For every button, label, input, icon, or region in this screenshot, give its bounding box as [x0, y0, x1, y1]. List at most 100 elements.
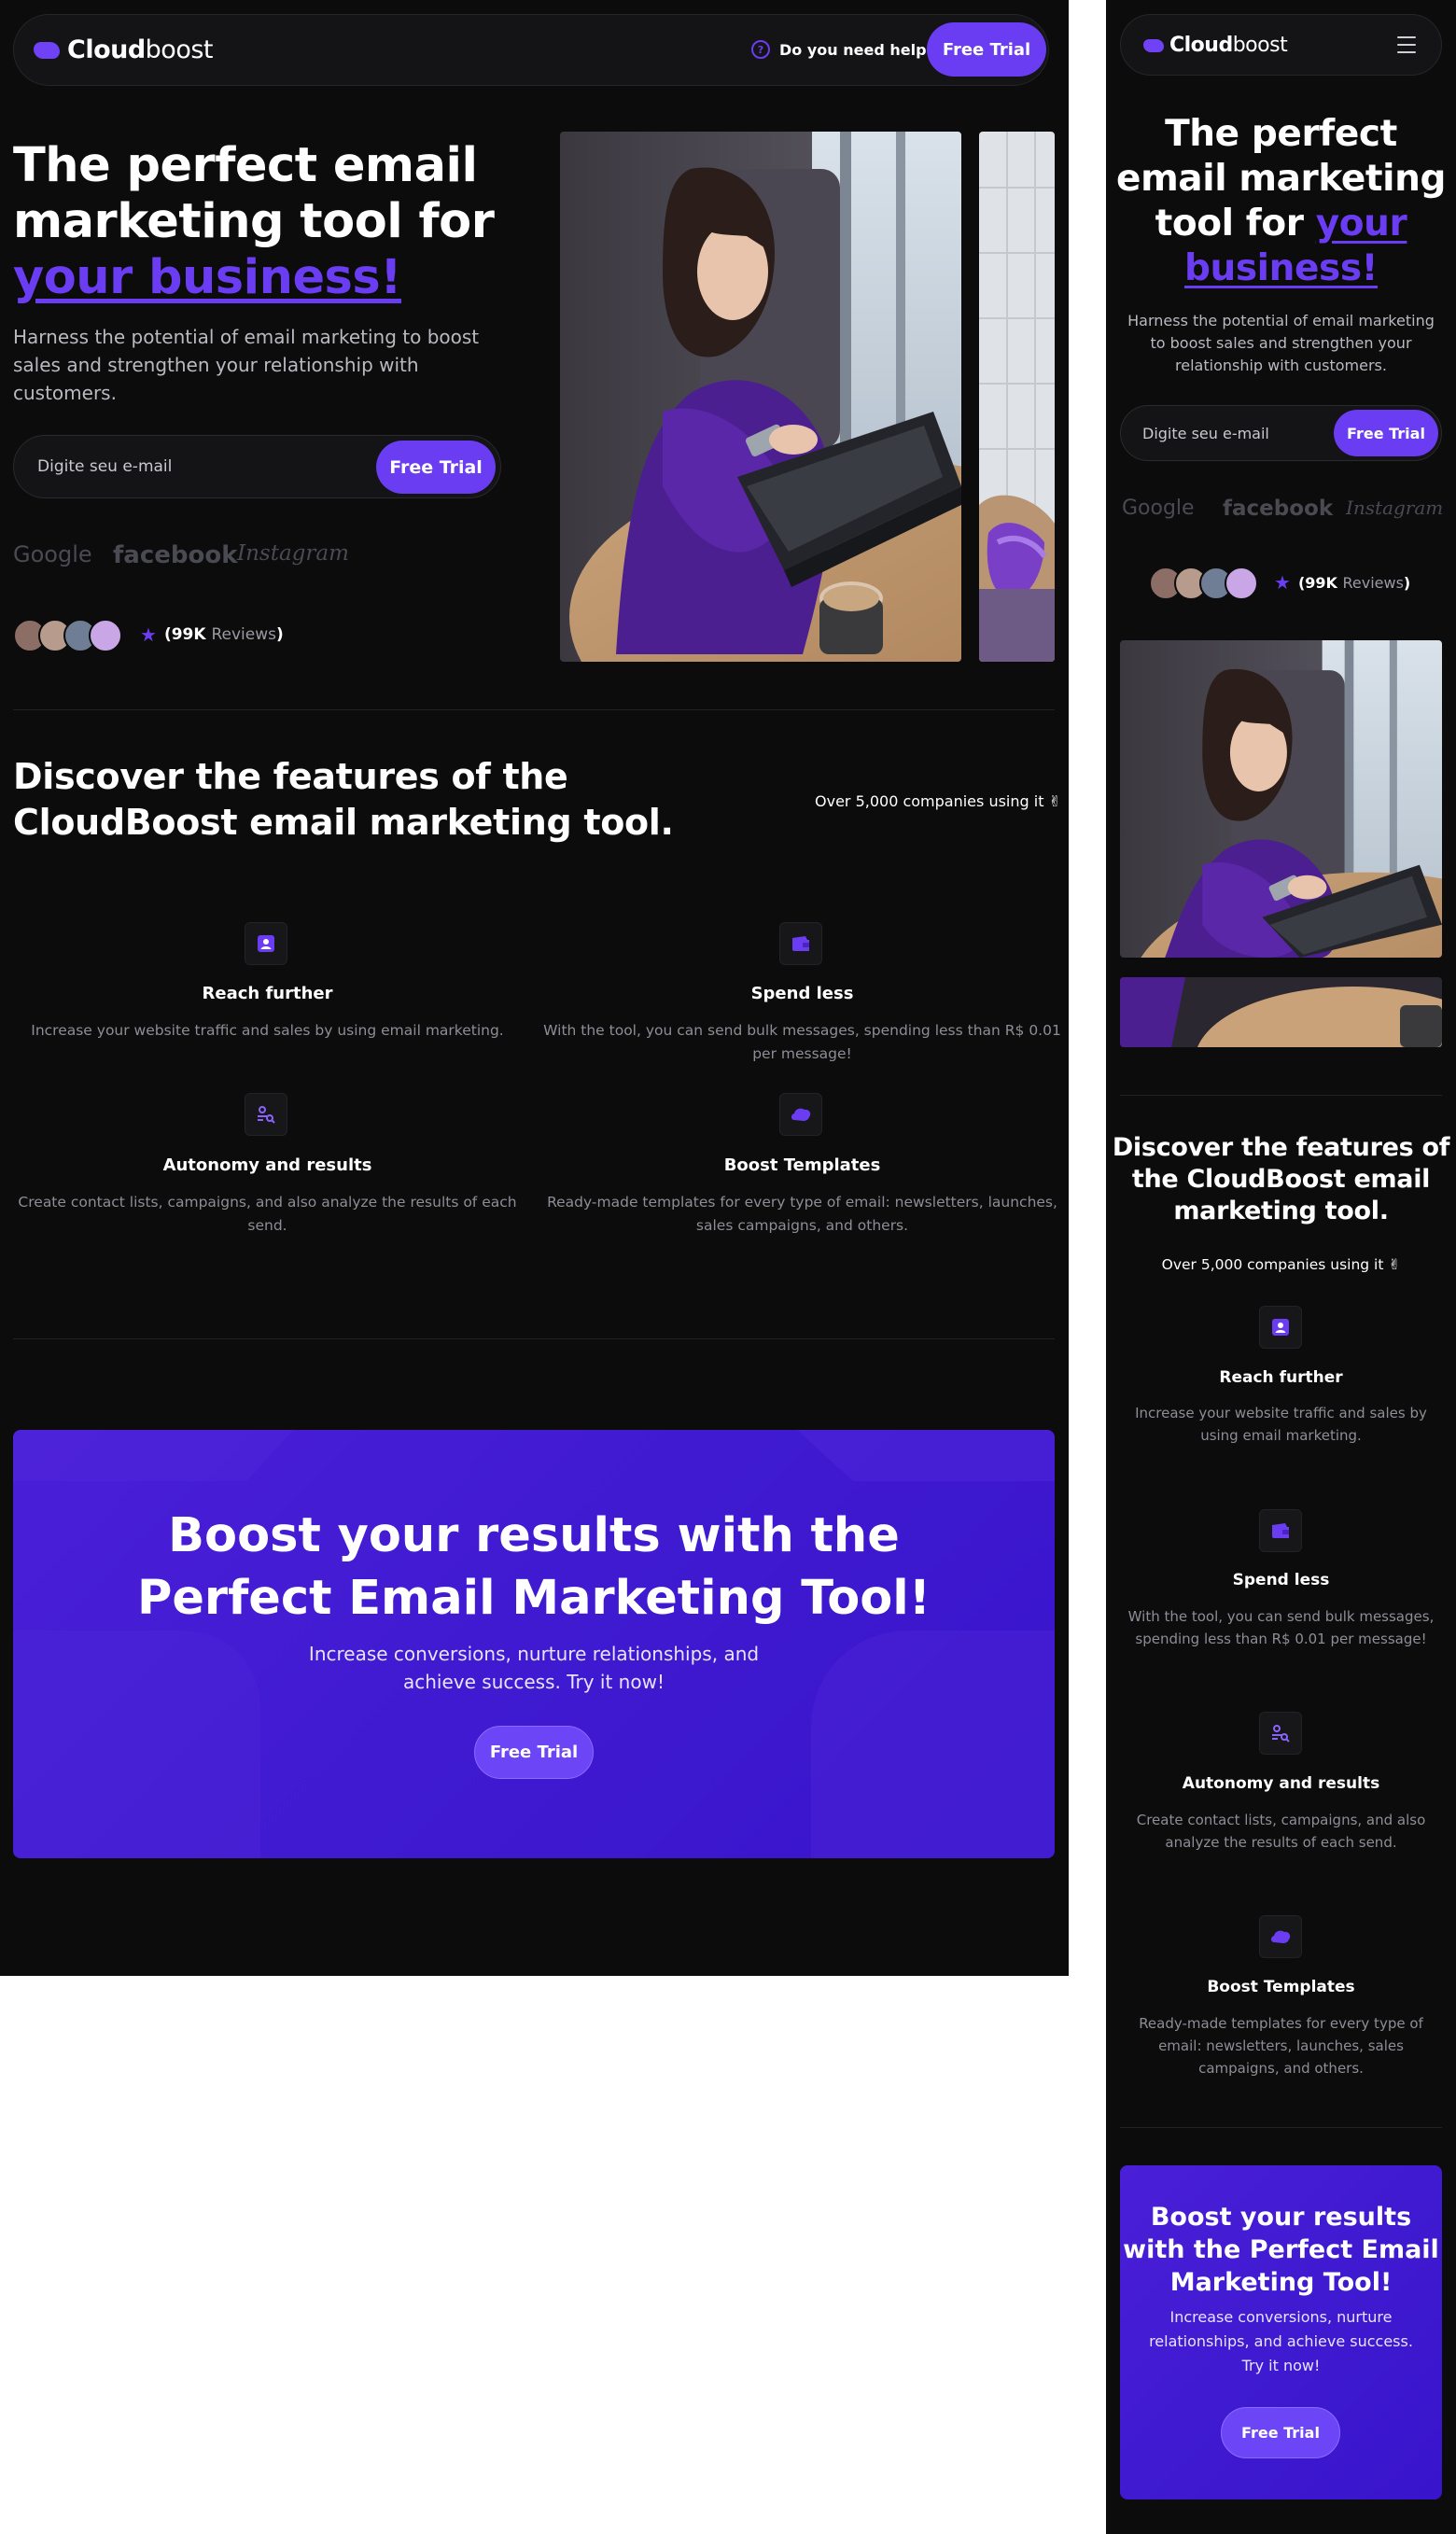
hero-subtitle-line: to boost sales and strengthen your	[1150, 334, 1412, 352]
cta-title-line: Marketing Tool!	[1169, 2268, 1393, 2297]
mobile-hero-photo-secondary-illustration	[1120, 977, 1442, 1047]
hero-subtitle-line: relationship with customers.	[1175, 357, 1387, 374]
hero-photo-secondary-illustration	[979, 132, 1055, 662]
user-card-icon	[1259, 1306, 1302, 1349]
cta-subtitle-line: achieve success. Try it now!	[403, 1671, 665, 1693]
google-logo: Google	[1122, 497, 1195, 520]
reviews-paren: )	[1403, 573, 1411, 592]
features-title-line: CloudBoost email marketing tool.	[13, 802, 674, 843]
menu-icon[interactable]	[1397, 36, 1416, 59]
mobile-hero-subtitle: Harness the potential of email marketing…	[1106, 310, 1456, 377]
hero-subtitle-line: sales and strengthen your relationship w…	[13, 354, 419, 376]
reviewer-avatars	[13, 619, 122, 652]
mobile-email-input[interactable]: Digite seu e-mail	[1142, 425, 1269, 442]
mobile-brand-logo[interactable]: Cloudboost	[1143, 34, 1288, 57]
features-title-line: marketing tool.	[1173, 1197, 1389, 1225]
mobile-companies-count: Over 5,000 companies using it ✌	[1161, 1256, 1401, 1273]
feature-title: Autonomy and results	[1182, 1774, 1380, 1793]
avatar	[89, 619, 122, 652]
section-divider	[1120, 2127, 1442, 2128]
help-link[interactable]: ? Do you need help?	[751, 40, 935, 59]
hero-subtitle-line: customers.	[13, 382, 117, 404]
reviews-paren: )	[275, 625, 284, 644]
facebook-logo: facebook	[1223, 497, 1334, 521]
mobile-reviewer-avatars	[1149, 567, 1258, 600]
cta-subtitle-line: Try it now!	[1241, 2357, 1321, 2374]
feature-title: Reach further	[1219, 1368, 1343, 1387]
hero-title-line: tool for	[1155, 203, 1304, 245]
user-search-icon	[245, 1093, 287, 1136]
brand-logo[interactable]: Cloudboost	[34, 35, 214, 64]
feature-description-line: Create contact lists, campaigns, and als…	[18, 1194, 517, 1211]
mobile-view: Cloudboost The perfect email marketing t…	[1106, 0, 1456, 2534]
cloud-logo-icon	[34, 41, 60, 59]
feature-title: Spend less	[1232, 1571, 1330, 1589]
email-input[interactable]: Digite seu e-mail	[37, 457, 172, 476]
brand-name-light: boost	[145, 35, 214, 64]
google-logo: Google	[13, 541, 92, 567]
feature-description: Ready-made templates for every type of e…	[539, 1191, 1066, 1238]
feature-description: Ready-made templates for every type of e…	[1106, 2012, 1456, 2079]
feature-description-line: send.	[247, 1217, 287, 1234]
cta-subtitle: Increase conversions, nurture relationsh…	[13, 1640, 1055, 1696]
cta-title: Boost your results with the Perfect Emai…	[1120, 2201, 1442, 2299]
mobile-hero-photo-secondary	[1120, 977, 1442, 1047]
cloud-icon	[779, 1093, 822, 1136]
features-title: Discover the features of the CloudBoost …	[13, 754, 674, 846]
cta-banner: Boost your results with the Perfect Emai…	[13, 1430, 1055, 1858]
hero-subtitle: Harness the potential of email marketing…	[13, 323, 479, 407]
cloud-logo-icon	[1143, 38, 1164, 52]
nav-free-trial-button[interactable]: Free Trial	[927, 22, 1046, 77]
hero-photo	[560, 132, 961, 662]
reviews-count: (99K	[163, 625, 206, 644]
brand-name-bold: Cloud	[1169, 34, 1233, 57]
section-divider	[13, 709, 1055, 710]
user-search-icon	[1259, 1712, 1302, 1755]
avatar	[1225, 567, 1258, 600]
hero-title: The perfect email marketing tool for you…	[13, 138, 495, 306]
instagram-logo: Instagram	[237, 541, 349, 566]
wallet-icon	[1259, 1509, 1302, 1552]
mobile-cta-banner: Boost your results with the Perfect Emai…	[1120, 2165, 1442, 2499]
mobile-cta-free-trial-button[interactable]: Free Trial	[1221, 2407, 1340, 2458]
mobile-features-title: Discover the features of the CloudBoost …	[1106, 1132, 1456, 1227]
cta-free-trial-button[interactable]: Free Trial	[474, 1726, 594, 1779]
mobile-reviews-summary: ★ (99K Reviews)	[1274, 571, 1410, 594]
mobile-hero-title: The perfect email marketing tool for you…	[1106, 112, 1456, 291]
hero-title-highlight: your business!	[13, 250, 402, 305]
feature-title: Spend less	[750, 984, 854, 1003]
hero-subtitle-line: Harness the potential of email marketing…	[13, 326, 480, 348]
feature-description-line: Ready-made templates for every type of	[1139, 2015, 1423, 2032]
feature-description-line: sales campaigns, and others.	[695, 1217, 909, 1234]
feature-description-line: campaigns, and others.	[1198, 2060, 1364, 2077]
feature-description-line: analyze the results of each send.	[1165, 1834, 1397, 1851]
help-label: Do you need help?	[779, 40, 935, 59]
cta-subtitle-line: relationships, and achieve success.	[1149, 2332, 1413, 2350]
hero-title-line1: The perfect email	[13, 138, 478, 193]
features-title-line: Discover the features of	[1112, 1133, 1450, 1162]
companies-count: Over 5,000 companies using it ✌	[815, 792, 1061, 810]
wallet-icon	[779, 922, 822, 965]
facebook-logo: facebook	[113, 541, 238, 569]
section-divider	[1120, 1095, 1442, 1096]
feature-description: Increase your website traffic and sales …	[13, 1019, 522, 1043]
brand-name-bold: Cloud	[67, 35, 146, 64]
hero-free-trial-button[interactable]: Free Trial	[376, 441, 496, 494]
feature-description: Increase your website traffic and sales …	[1106, 1402, 1456, 1447]
star-icon: ★	[140, 623, 157, 646]
feature-title: Autonomy and results	[162, 1155, 372, 1175]
feature-description-line: Increase your website traffic and sales …	[1135, 1405, 1427, 1421]
feature-title: Boost Templates	[723, 1155, 881, 1175]
feature-description-line: email: newsletters, launches, sales	[1158, 2037, 1404, 2054]
cloud-icon	[1259, 1915, 1302, 1958]
feature-description: With the tool, you can send bulk message…	[1106, 1605, 1456, 1650]
desktop-view: Cloudboost ? Do you need help? Free Tria…	[0, 0, 1069, 1976]
feature-description-line: Create contact lists, campaigns, and als…	[1136, 1812, 1426, 1828]
reviews-count: (99K	[1297, 573, 1337, 592]
hero-subtitle-line: Harness the potential of email marketing	[1127, 312, 1435, 329]
feature-description-line: Increase your website traffic and sales …	[31, 1022, 504, 1039]
mobile-hero-free-trial-button[interactable]: Free Trial	[1334, 410, 1438, 456]
feature-title: Boost Templates	[1207, 1978, 1355, 1996]
hero-photo-illustration	[560, 132, 961, 662]
hero-title-highlight: business!	[1183, 247, 1379, 289]
